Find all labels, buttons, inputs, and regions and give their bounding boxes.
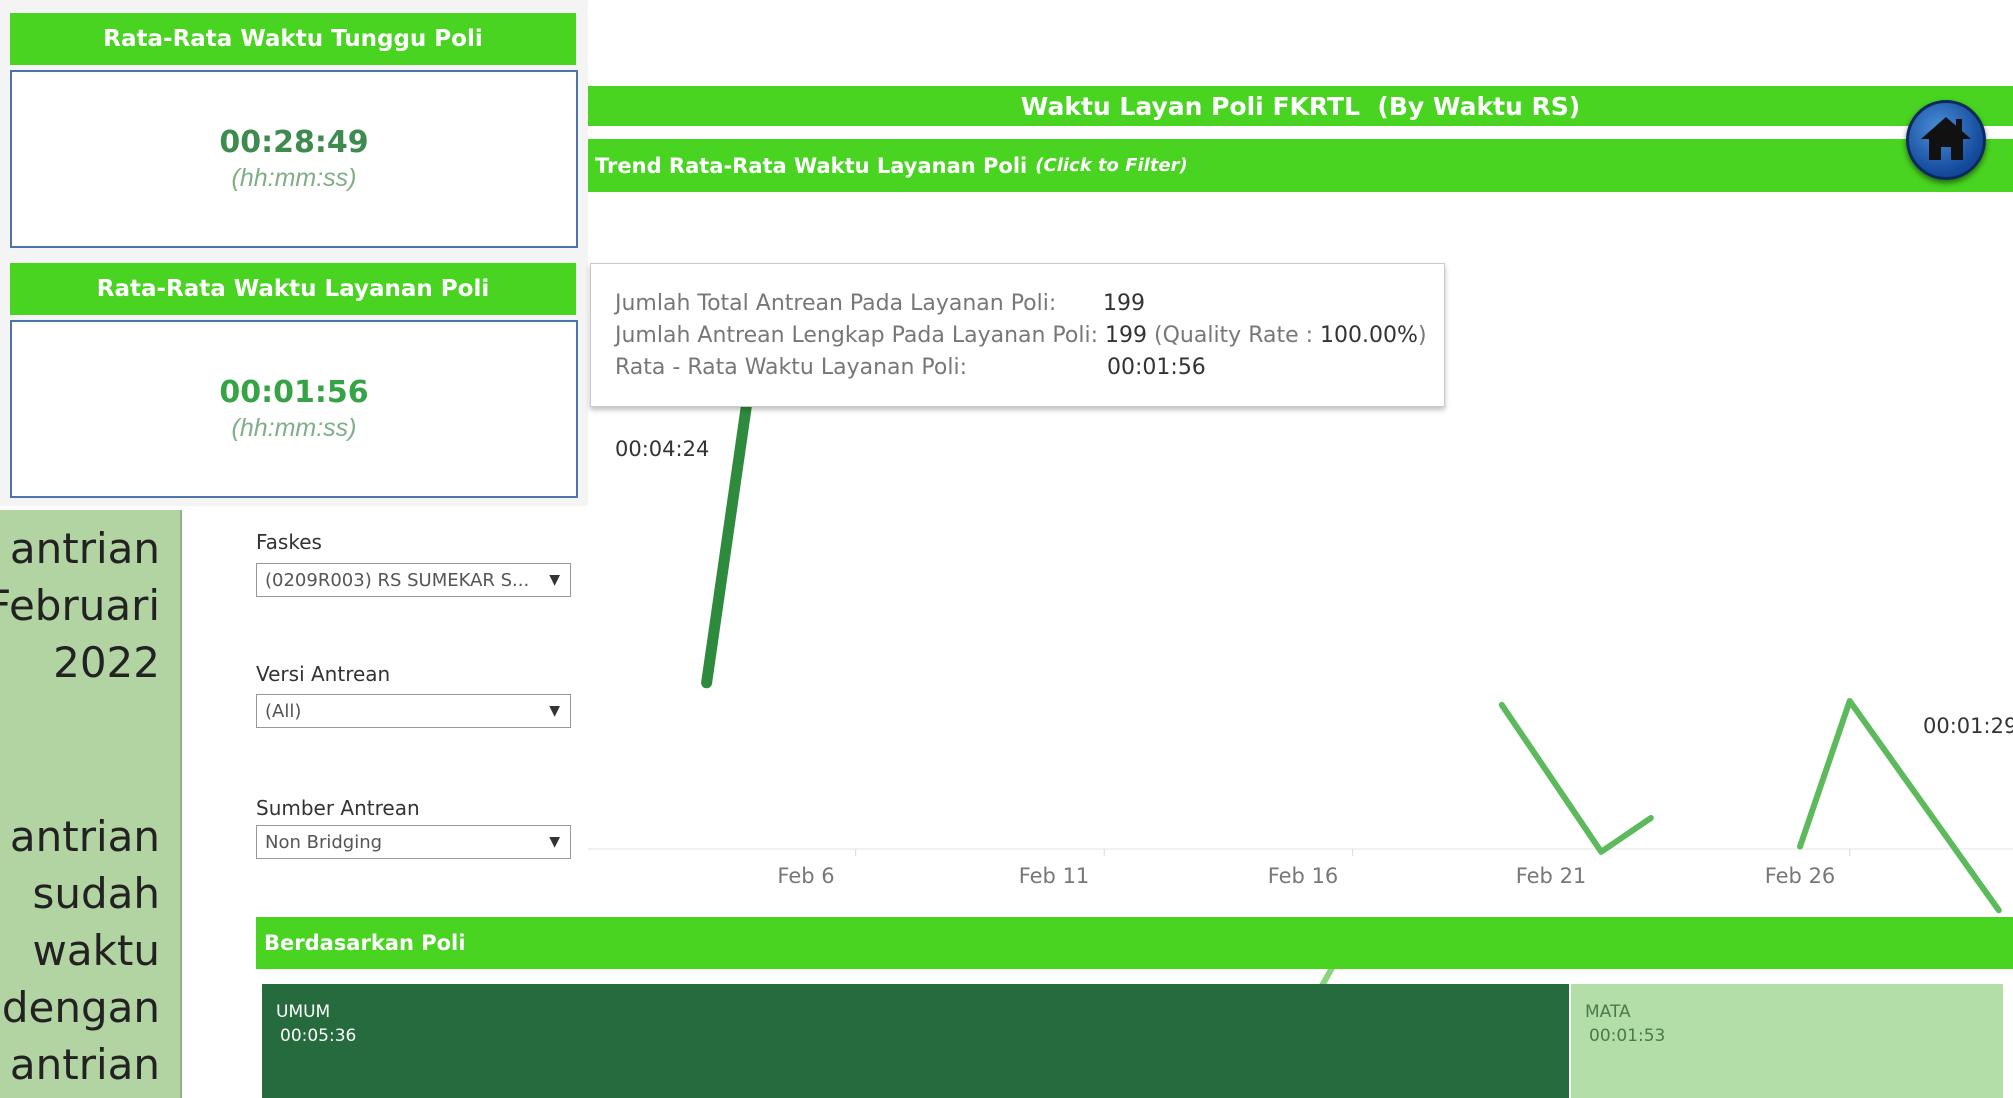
tooltip-label: Rata - Rata Waktu Layanan Poli:: [615, 355, 968, 380]
series-line-segment[interactable]: [1498, 701, 1654, 855]
tooltip-label: Jumlah Total Antrean Pada Layanan Poli:: [615, 291, 1057, 316]
tooltip-label: Jumlah Antrean Lengkap Pada Layanan Poli…: [615, 323, 1099, 348]
treemap-cell-value: 00:01:53: [1589, 1026, 1666, 1046]
treemap-cell-mata[interactable]: MATA 00:01:53: [1571, 984, 2003, 1098]
tooltip-rate: 100.00%: [1320, 323, 1418, 348]
data-label: 00:01:29: [1923, 714, 2013, 738]
tooltip-row: Jumlah Antrean Lengkap Pada Layanan Poli…: [615, 323, 1427, 348]
tooltip-value: 00:01:56: [1107, 355, 1206, 380]
x-tick-label: Feb 16: [1267, 864, 1339, 888]
tooltip-row: Rata - Rata Waktu Layanan Poli:: [615, 355, 967, 380]
x-tick-label: Feb 26: [1764, 864, 1836, 888]
poli-treemap[interactable]: UMUM 00:05:36 MATA 00:01:53: [262, 984, 2013, 1098]
poli-header: Berdasarkan Poli: [256, 917, 2013, 969]
treemap-cell-value: 00:05:36: [280, 1026, 357, 1046]
tooltip-value: 199: [1103, 291, 1145, 316]
x-tick-label: Feb 21: [1515, 864, 1587, 888]
treemap-cell-name: MATA: [1585, 1002, 1631, 1022]
x-tick-label: Feb 11: [1018, 864, 1090, 888]
tooltip-value: 199: [1105, 323, 1148, 348]
x-tick-label: Feb 6: [777, 864, 835, 888]
tooltip: Jumlah Total Antrean Pada Layanan Poli: …: [590, 263, 1445, 407]
data-label: 00:04:24: [615, 437, 710, 461]
treemap-cell-umum[interactable]: UMUM 00:05:36: [262, 984, 1569, 1098]
treemap-cell-name: UMUM: [276, 1002, 331, 1022]
poli-title: Berdasarkan Poli: [264, 931, 466, 955]
tooltip-row: Jumlah Total Antrean Pada Layanan Poli:: [615, 291, 1056, 316]
